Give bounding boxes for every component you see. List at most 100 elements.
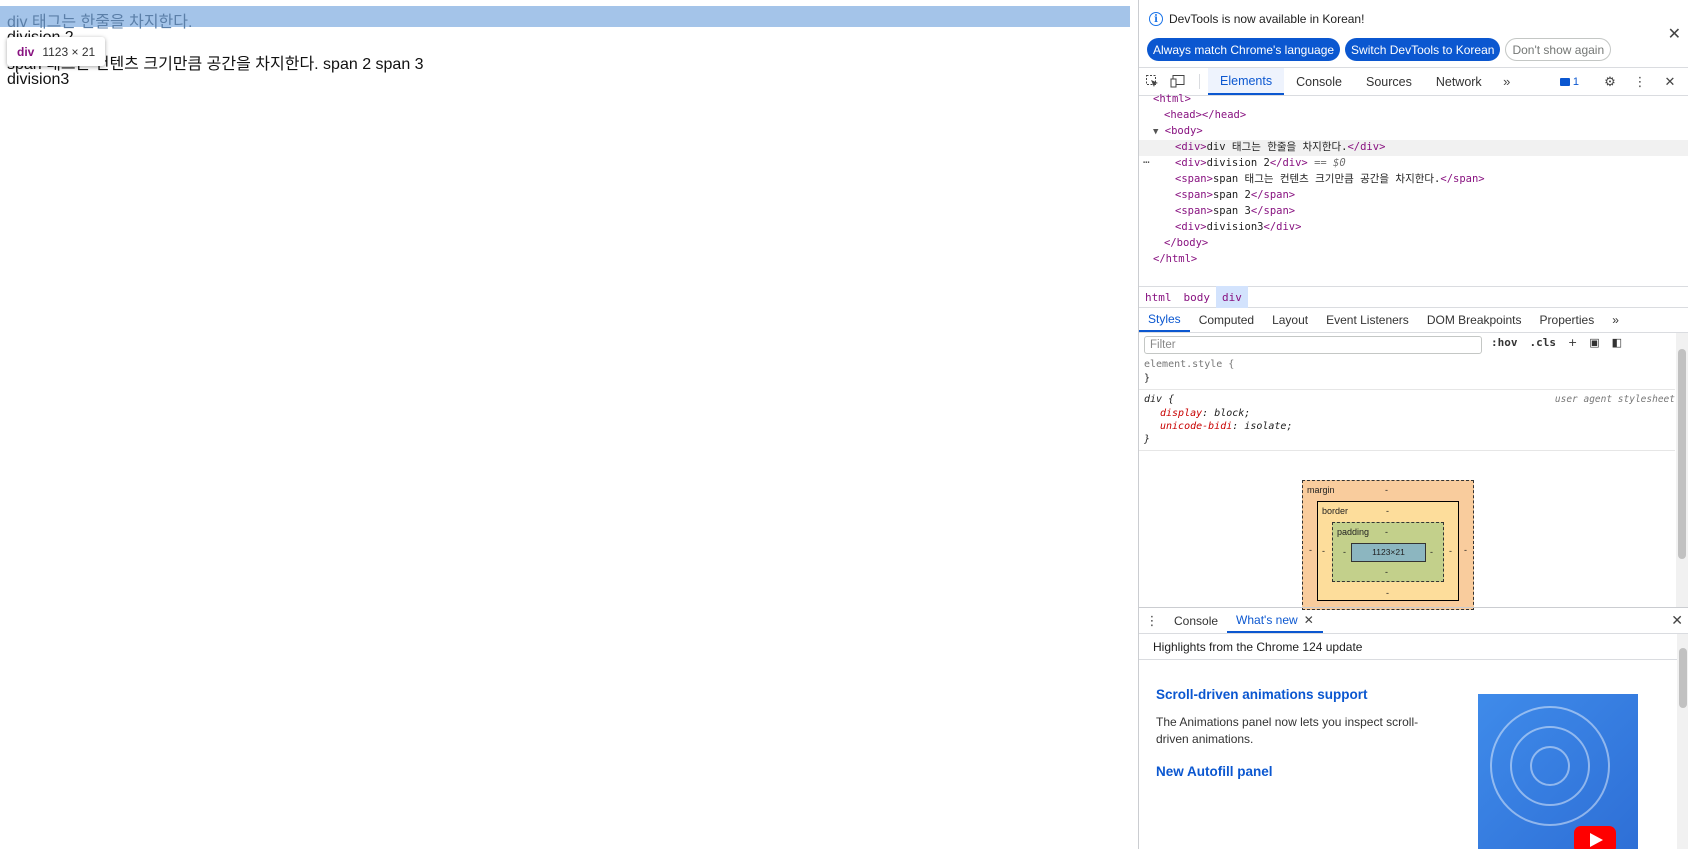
- tab-computed[interactable]: Computed: [1190, 308, 1263, 332]
- dom-node-body[interactable]: ▼ <body>: [1153, 123, 1203, 139]
- settings-gear-icon[interactable]: ⚙: [1597, 74, 1623, 90]
- styles-filter-input[interactable]: Filter: [1144, 336, 1482, 354]
- drawer-menu-icon[interactable]: ⋮: [1139, 608, 1165, 633]
- close-tab-icon[interactable]: ✕: [1304, 613, 1314, 627]
- infobar-message: DevTools is now available in Korean!: [1169, 12, 1365, 26]
- styles-subtabs: Styles Computed Layout Event Listeners D…: [1139, 308, 1688, 333]
- padding-label: padding: [1337, 527, 1370, 537]
- tab-console[interactable]: Console: [1284, 68, 1354, 95]
- close-devtools-icon[interactable]: ✕: [1657, 74, 1683, 90]
- drawer-tab-console[interactable]: Console: [1165, 608, 1227, 633]
- tab-properties[interactable]: Properties: [1531, 308, 1604, 332]
- tab-sources[interactable]: Sources: [1354, 68, 1424, 95]
- match-language-button[interactable]: Always match Chrome's language: [1147, 38, 1341, 61]
- span3-open: <span>: [1175, 205, 1213, 217]
- more-subtabs-icon[interactable]: »: [1603, 308, 1628, 332]
- paint-brush-icon[interactable]: ▣: [1589, 336, 1599, 349]
- unicode-bidi-declaration[interactable]: unicode-bidi: isolate;: [1160, 420, 1292, 434]
- border-top-value[interactable]: -: [1386, 506, 1389, 516]
- margin-right-value[interactable]: -: [1464, 545, 1467, 555]
- box-content-size[interactable]: 1123×21: [1351, 543, 1426, 562]
- padding-right-value[interactable]: -: [1430, 547, 1433, 557]
- kebab-menu-icon[interactable]: ⋮: [1627, 74, 1653, 90]
- whats-new-item2-title[interactable]: New Autofill panel: [1156, 764, 1273, 779]
- dont-show-again-button[interactable]: Don't show again: [1505, 38, 1612, 61]
- dom-node-span1[interactable]: <span>span 태그는 컨텐츠 크기만큼 공간을 차지한다.</span>: [1175, 171, 1485, 187]
- display-value: block;: [1214, 408, 1251, 419]
- display-declaration[interactable]: display: block;: [1160, 407, 1250, 421]
- breadcrumb-div[interactable]: div: [1216, 286, 1248, 308]
- padding-left-value[interactable]: -: [1343, 547, 1346, 557]
- issues-icon: [1559, 77, 1570, 86]
- tab-event-listeners[interactable]: Event Listeners: [1317, 308, 1418, 332]
- body-close-tag: </body>: [1164, 237, 1209, 249]
- toggle-sidebar-icon[interactable]: ◧: [1612, 336, 1622, 349]
- div2-open: <div>: [1175, 157, 1207, 169]
- dom-node-html[interactable]: <html>: [1153, 91, 1191, 107]
- whats-new-item1-text: The Animations panel now lets you inspec…: [1156, 715, 1419, 746]
- border-bottom-value[interactable]: -: [1386, 588, 1389, 598]
- element-style-selector[interactable]: element.style {: [1144, 358, 1234, 372]
- dom-node-head[interactable]: <head></head>: [1164, 107, 1246, 123]
- cls-toggle[interactable]: .cls: [1530, 336, 1557, 349]
- styles-scrollbar[interactable]: [1676, 333, 1688, 607]
- tab-network[interactable]: Network: [1424, 68, 1494, 95]
- bottom-drawer: ⋮ Console What's new ✕ ✕ Highlights from…: [1139, 607, 1688, 849]
- more-tabs-icon[interactable]: »: [1494, 68, 1520, 95]
- margin-left-value[interactable]: -: [1309, 545, 1312, 555]
- breadcrumb-html[interactable]: html: [1139, 286, 1178, 308]
- dom-node-div1[interactable]: <div>div 태그는 한줄을 차지한다.</div>: [1175, 139, 1385, 155]
- expand-triangle-icon[interactable]: ▼: [1153, 127, 1158, 137]
- video-thumbnail[interactable]: [1478, 694, 1638, 849]
- tooltip-tag: div: [17, 44, 35, 59]
- tab-styles[interactable]: Styles: [1139, 308, 1190, 332]
- tab-dom-breakpoints[interactable]: DOM Breakpoints: [1418, 308, 1531, 332]
- node-actions-ellipsis-icon[interactable]: …: [1143, 153, 1150, 166]
- padding-top-value[interactable]: -: [1385, 527, 1388, 537]
- breadcrumb: html body div: [1139, 286, 1688, 308]
- close-drawer-icon[interactable]: ✕: [1671, 612, 1683, 629]
- div2-close: </div>: [1269, 157, 1308, 169]
- drawer-scroll-thumb[interactable]: [1679, 648, 1687, 708]
- dom-node-span2[interactable]: <span>span 2</span>: [1175, 187, 1295, 203]
- div3-text: division3: [1206, 221, 1264, 233]
- dom-node-body-close[interactable]: </body>: [1164, 235, 1208, 251]
- youtube-play-icon[interactable]: [1574, 826, 1616, 849]
- language-infobar: i DevTools is now available in Korean! ✕…: [1139, 0, 1688, 68]
- span1-text: span 태그는 컨텐츠 크기만큼 공간을 차지한다.: [1212, 173, 1441, 185]
- selected-node-marker: == $0: [1314, 157, 1346, 169]
- add-rule-icon[interactable]: +: [1568, 336, 1577, 349]
- element-style-close: }: [1144, 373, 1151, 384]
- styles-scroll-thumb[interactable]: [1678, 349, 1686, 559]
- drawer-tab-whats-new-label: What's new: [1236, 612, 1298, 627]
- padding-bottom-value[interactable]: -: [1385, 567, 1388, 577]
- drawer-tab-console-label: Console: [1174, 613, 1219, 628]
- unicode-bidi-prop: unicode-bidi: [1160, 421, 1233, 432]
- dom-node-html-close[interactable]: </html>: [1153, 251, 1197, 267]
- whats-new-item1-title[interactable]: Scroll-driven animations support: [1156, 687, 1368, 702]
- drawer-tabbar: ⋮ Console What's new ✕ ✕: [1139, 608, 1688, 634]
- div1-open: <div>: [1175, 141, 1207, 153]
- drawer-tab-whats-new[interactable]: What's new ✕: [1227, 608, 1323, 633]
- switch-korean-button[interactable]: Switch DevTools to Korean: [1345, 38, 1501, 61]
- dom-node-div2[interactable]: <div>division 2</div> == $0: [1175, 155, 1346, 171]
- close-icon[interactable]: ✕: [1668, 24, 1681, 44]
- div-selector[interactable]: div {: [1144, 393, 1174, 407]
- issues-counter[interactable]: 1: [1559, 76, 1579, 88]
- whats-new-body: Scroll-driven animations support The Ani…: [1139, 660, 1688, 849]
- dom-node-div3[interactable]: <div>division3</div>: [1175, 219, 1301, 235]
- margin-label: margin: [1307, 485, 1335, 495]
- border-right-value[interactable]: -: [1449, 546, 1452, 556]
- element-style-rule: element.style { }: [1139, 357, 1675, 390]
- div-ua-rule: div { user agent stylesheet display: blo…: [1139, 390, 1675, 451]
- drawer-scrollbar[interactable]: [1677, 634, 1688, 849]
- span1-open: <span>: [1175, 173, 1213, 185]
- dom-node-span3[interactable]: <span>span 3</span>: [1175, 203, 1295, 219]
- margin-top-value[interactable]: -: [1385, 485, 1388, 495]
- devtools-panel: i DevTools is now available in Korean! ✕…: [1138, 0, 1688, 849]
- tab-elements[interactable]: Elements: [1208, 68, 1285, 95]
- tab-layout[interactable]: Layout: [1263, 308, 1317, 332]
- border-left-value[interactable]: -: [1322, 546, 1325, 556]
- hov-toggle[interactable]: :hov: [1491, 336, 1518, 349]
- breadcrumb-body[interactable]: body: [1178, 286, 1217, 308]
